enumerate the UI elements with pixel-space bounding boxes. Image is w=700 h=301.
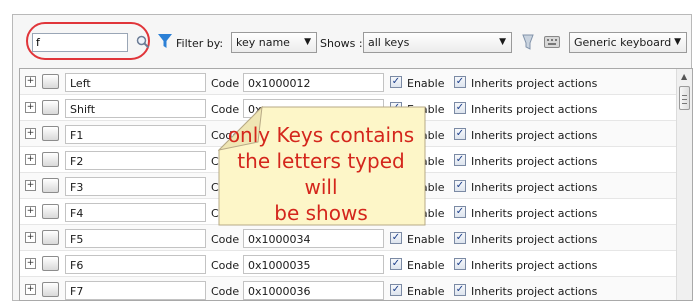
code-field[interactable]: 0x1000034 xyxy=(243,229,384,248)
key-icon xyxy=(42,74,59,89)
inherits-label: Inherits project actions xyxy=(471,207,598,220)
key-icon xyxy=(42,178,59,193)
inherits-checkbox[interactable]: ✓ xyxy=(454,76,466,88)
inherits-label: Inherits project actions xyxy=(471,285,598,298)
filter-by-label: Filter by: xyxy=(176,37,224,50)
filter-by-dropdown[interactable]: key name ▼ xyxy=(231,32,317,53)
search-input[interactable] xyxy=(32,33,128,52)
expand-icon[interactable]: + xyxy=(25,284,36,295)
filter-icon xyxy=(158,34,172,48)
keyboard-icon xyxy=(544,36,560,48)
clear-filter-icon[interactable] xyxy=(521,33,535,51)
chevron-down-icon: ▼ xyxy=(674,37,681,47)
key-name-field[interactable]: F5 xyxy=(65,229,206,248)
inherits-checkbox[interactable]: ✓ xyxy=(454,102,466,114)
expand-icon[interactable]: + xyxy=(25,102,36,113)
key-icon xyxy=(42,204,59,219)
enable-label: Enable xyxy=(407,233,445,246)
code-label: Code xyxy=(211,259,240,272)
keyboard-dropdown[interactable]: Generic keyboard ▼ xyxy=(569,32,687,53)
inherits-label: Inherits project actions xyxy=(471,233,598,246)
inherits-label: Inherits project actions xyxy=(471,103,598,116)
table-row: + F6 Code 0x1000035 ✓ Enable ✓ Inherits … xyxy=(20,251,676,277)
enable-label: Enable xyxy=(407,259,445,272)
code-label: Code xyxy=(211,285,240,298)
search-icon[interactable] xyxy=(136,35,150,49)
keyboard-value: Generic keyboard xyxy=(574,36,672,49)
callout-line: only Keys contains xyxy=(227,123,415,147)
expand-icon[interactable]: + xyxy=(25,128,36,139)
inherits-label: Inherits project actions xyxy=(471,259,598,272)
key-name-field[interactable]: F2 xyxy=(65,151,206,170)
scroll-up-icon[interactable]: ▲ xyxy=(681,72,687,81)
inherits-checkbox[interactable]: ✓ xyxy=(454,128,466,140)
code-field[interactable]: 0x1000036 xyxy=(243,281,384,300)
callout-line: be shows xyxy=(274,201,368,225)
shows-dropdown[interactable]: all keys ▼ xyxy=(363,32,512,53)
inherits-label: Inherits project actions xyxy=(471,181,598,194)
callout-line: the letters typed will xyxy=(237,149,405,199)
key-name-field[interactable]: Shift xyxy=(65,99,206,118)
inherits-checkbox[interactable]: ✓ xyxy=(454,206,466,218)
key-icon xyxy=(42,282,59,297)
key-name-field[interactable]: F7 xyxy=(65,281,206,300)
enable-checkbox[interactable]: ✓ xyxy=(390,232,402,244)
inherits-label: Inherits project actions xyxy=(471,77,598,90)
code-label: Code xyxy=(211,233,240,246)
inherits-checkbox[interactable]: ✓ xyxy=(454,284,466,296)
callout-text: only Keys contains the letters typed wil… xyxy=(218,122,424,226)
inherits-checkbox[interactable]: ✓ xyxy=(454,180,466,192)
key-icon xyxy=(42,256,59,271)
inherits-checkbox[interactable]: ✓ xyxy=(454,232,466,244)
table-row: + Left Code 0x1000012 ✓ Enable ✓ Inherit… xyxy=(20,69,676,95)
expand-icon[interactable]: + xyxy=(25,180,36,191)
inherits-checkbox[interactable]: ✓ xyxy=(454,154,466,166)
vertical-scrollbar[interactable]: ▲ xyxy=(676,69,692,300)
table-row: + F7 Code 0x1000036 ✓ Enable ✓ Inherits … xyxy=(20,277,676,300)
shows-label: Shows : xyxy=(320,37,363,50)
key-name-field[interactable]: F4 xyxy=(65,203,206,222)
code-label: Code xyxy=(211,77,240,90)
code-field[interactable]: 0x1000012 xyxy=(243,73,384,92)
expand-icon[interactable]: + xyxy=(25,258,36,269)
expand-icon[interactable]: + xyxy=(25,206,36,217)
key-name-field[interactable]: F3 xyxy=(65,177,206,196)
chevron-down-icon: ▼ xyxy=(304,37,311,47)
enable-checkbox[interactable]: ✓ xyxy=(390,258,402,270)
key-name-field[interactable]: Left xyxy=(65,73,206,92)
shows-value: all keys xyxy=(368,36,410,49)
code-field[interactable]: 0x1000035 xyxy=(243,255,384,274)
key-name-field[interactable]: F1 xyxy=(65,125,206,144)
key-icon xyxy=(42,126,59,141)
table-row: + F5 Code 0x1000034 ✓ Enable ✓ Inherits … xyxy=(20,225,676,251)
expand-icon[interactable]: + xyxy=(25,76,36,87)
inherits-checkbox[interactable]: ✓ xyxy=(454,258,466,270)
chevron-down-icon: ▼ xyxy=(499,37,506,47)
filter-by-value: key name xyxy=(236,36,290,49)
key-name-field[interactable]: F6 xyxy=(65,255,206,274)
key-icon xyxy=(42,230,59,245)
enable-label: Enable xyxy=(407,285,445,298)
scrollbar-thumb[interactable] xyxy=(679,86,690,110)
toolbar: Filter by: key name ▼ Shows : all keys ▼… xyxy=(18,22,688,60)
expand-icon[interactable]: + xyxy=(25,154,36,165)
enable-label: Enable xyxy=(407,77,445,90)
expand-icon[interactable]: + xyxy=(25,232,36,243)
inherits-label: Inherits project actions xyxy=(471,129,598,142)
key-icon xyxy=(42,100,59,115)
inherits-label: Inherits project actions xyxy=(471,155,598,168)
key-icon xyxy=(42,152,59,167)
enable-checkbox[interactable]: ✓ xyxy=(390,76,402,88)
enable-checkbox[interactable]: ✓ xyxy=(390,284,402,296)
